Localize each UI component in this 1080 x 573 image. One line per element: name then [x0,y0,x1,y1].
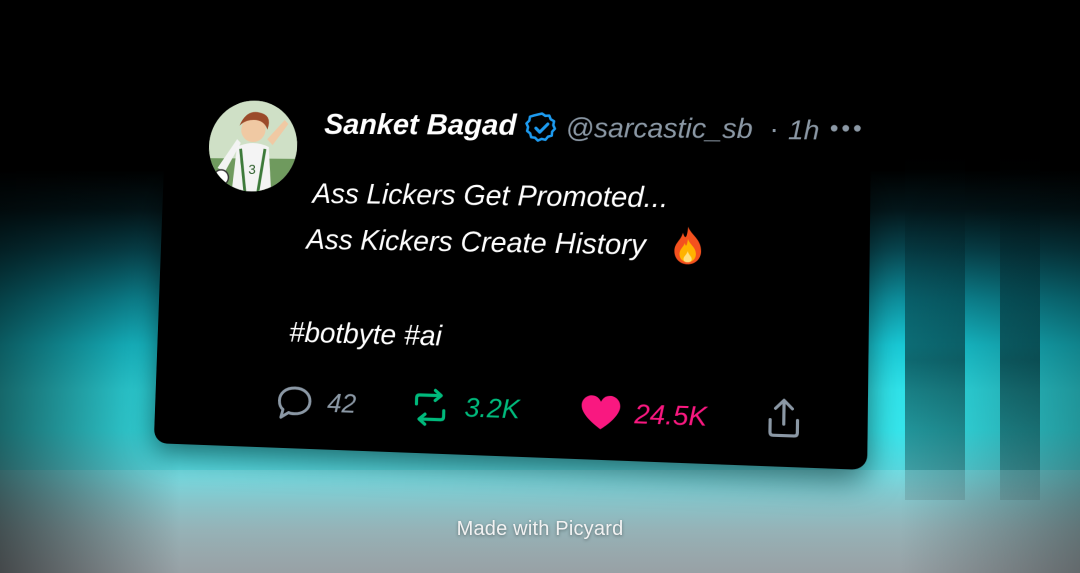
tweet-hashtags[interactable]: #botbyte #ai [289,317,443,354]
tweet-timestamp[interactable]: 1h [788,115,820,147]
tweet-card: 3 Sanket Bagad @sarcastic_sb · 1h Ass Li… [153,60,872,471]
retweet-count: 3.2K [464,392,521,425]
more-dots-icon[interactable] [828,112,864,143]
verified-badge-icon [525,111,560,145]
tweet-text-line-1: Ass Lickers Get Promoted... [312,178,669,215]
heart-icon[interactable] [579,394,622,432]
picyard-watermark: Made with Picyard [456,518,624,540]
user-handle[interactable]: @sarcastic_sb [565,112,753,145]
reply-icon[interactable] [275,383,314,422]
display-name[interactable]: Sanket Bagad [324,109,517,143]
reply-count: 42 [326,388,357,419]
share-icon[interactable] [765,397,804,440]
like-count: 24.5K [634,398,708,432]
retweet-icon[interactable] [410,388,450,427]
avatar-illustration: 3 [207,100,299,192]
avatar[interactable]: 3 [207,100,299,192]
tweet-text-line-2: Ass Kickers Create History [305,224,647,262]
avatar-jersey-number: 3 [248,162,256,177]
fire-emoji [674,226,702,265]
meta-separator: · [769,112,780,145]
